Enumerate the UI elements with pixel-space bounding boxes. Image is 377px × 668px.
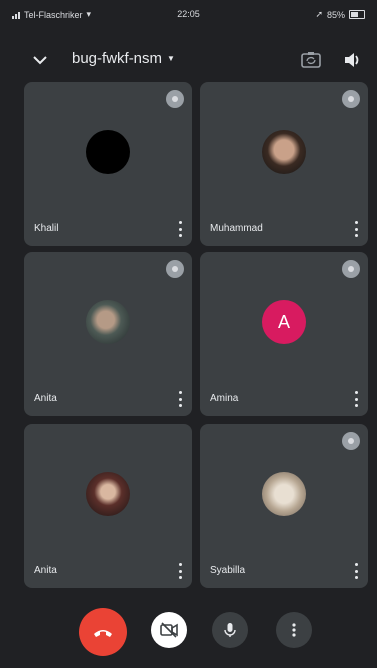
- pin-icon[interactable]: [166, 90, 184, 108]
- status-bar: Tel-Flaschriker ▾ 22:05 ➚ 85%: [0, 0, 377, 30]
- end-call-icon: [94, 630, 112, 637]
- location-icon: ➚: [315, 9, 323, 19]
- more-vertical-icon[interactable]: [354, 391, 358, 407]
- avatar: [86, 300, 130, 344]
- camera-off-icon: [160, 622, 178, 638]
- pin-icon[interactable]: [342, 90, 360, 108]
- avatar: [86, 130, 130, 174]
- participant-tile[interactable]: Syabilla: [200, 424, 368, 588]
- avatar: [86, 472, 130, 516]
- participant-name: Khalil: [34, 223, 59, 234]
- pin-icon[interactable]: [342, 260, 360, 278]
- avatar: A: [262, 300, 306, 344]
- more-vertical-icon[interactable]: [354, 563, 358, 579]
- more-vertical-icon[interactable]: [178, 391, 182, 407]
- end-call-button[interactable]: [79, 608, 127, 656]
- avatar-letter: A: [277, 311, 290, 332]
- status-right: ➚ 85%: [315, 9, 365, 20]
- more-vertical-icon[interactable]: [354, 221, 358, 237]
- camera-toggle-button[interactable]: [151, 612, 187, 648]
- mic-toggle-button[interactable]: [212, 612, 248, 648]
- battery-icon: [349, 10, 365, 19]
- switch-camera-icon[interactable]: [300, 50, 322, 70]
- more-vertical-icon: [292, 623, 296, 637]
- participant-tile[interactable]: Anita: [24, 252, 192, 416]
- speaker-icon[interactable]: [342, 50, 362, 70]
- call-header: bug-fwkf-nsm ▼: [0, 38, 377, 82]
- call-controls: [0, 604, 377, 660]
- participant-name: Muhammad: [210, 223, 263, 234]
- participant-name: Amina: [210, 393, 239, 404]
- participant-tile[interactable]: Muhammad: [200, 82, 368, 246]
- participant-tile[interactable]: Anita: [24, 424, 192, 588]
- pin-icon[interactable]: [166, 260, 184, 278]
- participant-tile[interactable]: A Amina: [200, 252, 368, 416]
- meeting-code-dropdown[interactable]: bug-fwkf-nsm ▼: [72, 50, 175, 67]
- more-options-button[interactable]: [276, 612, 312, 648]
- caret-down-icon: ▼: [167, 54, 175, 63]
- meet-call-screen: Tel-Flaschriker ▾ 22:05 ➚ 85% bug-fwkf-n…: [0, 0, 377, 668]
- mic-icon: [224, 623, 236, 637]
- avatar: [262, 472, 306, 516]
- chevron-down-icon[interactable]: [30, 50, 50, 70]
- participant-name: Anita: [34, 393, 57, 404]
- more-vertical-icon[interactable]: [178, 221, 182, 237]
- avatar: [262, 130, 306, 174]
- more-vertical-icon[interactable]: [178, 563, 182, 579]
- participant-name: Anita: [34, 565, 57, 576]
- meeting-code: bug-fwkf-nsm: [72, 50, 163, 67]
- battery-percent: 85%: [326, 9, 345, 20]
- participant-tile[interactable]: Khalil: [24, 82, 192, 246]
- participant-name: Syabilla: [210, 565, 246, 576]
- pin-icon[interactable]: [342, 432, 360, 450]
